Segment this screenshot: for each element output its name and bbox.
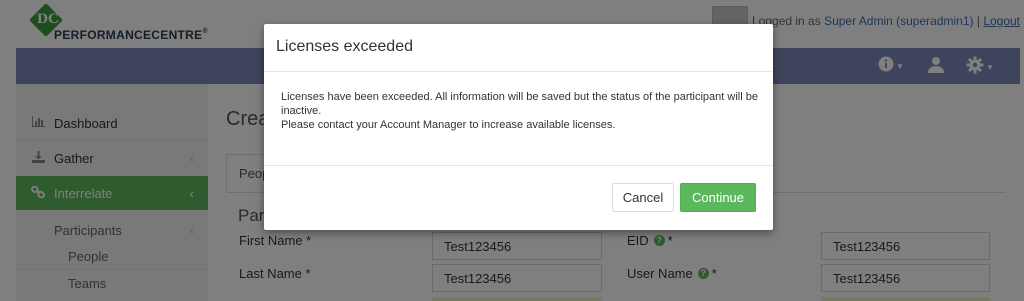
dialog-footer-divider bbox=[264, 165, 773, 166]
licenses-exceeded-dialog: Licenses exceeded Licenses have been exc… bbox=[264, 24, 773, 230]
dialog-title: Licenses exceeded bbox=[276, 38, 413, 55]
dialog-message-secondary: Please contact your Account Manager to i… bbox=[281, 119, 616, 131]
dialog-header-divider bbox=[264, 71, 773, 72]
cancel-button[interactable]: Cancel bbox=[612, 183, 674, 212]
continue-button[interactable]: Continue bbox=[680, 183, 756, 212]
dialog-message: Licenses have been exceeded. All informa… bbox=[281, 91, 758, 117]
dialog-body: Licenses have been exceeded. All informa… bbox=[281, 90, 761, 132]
